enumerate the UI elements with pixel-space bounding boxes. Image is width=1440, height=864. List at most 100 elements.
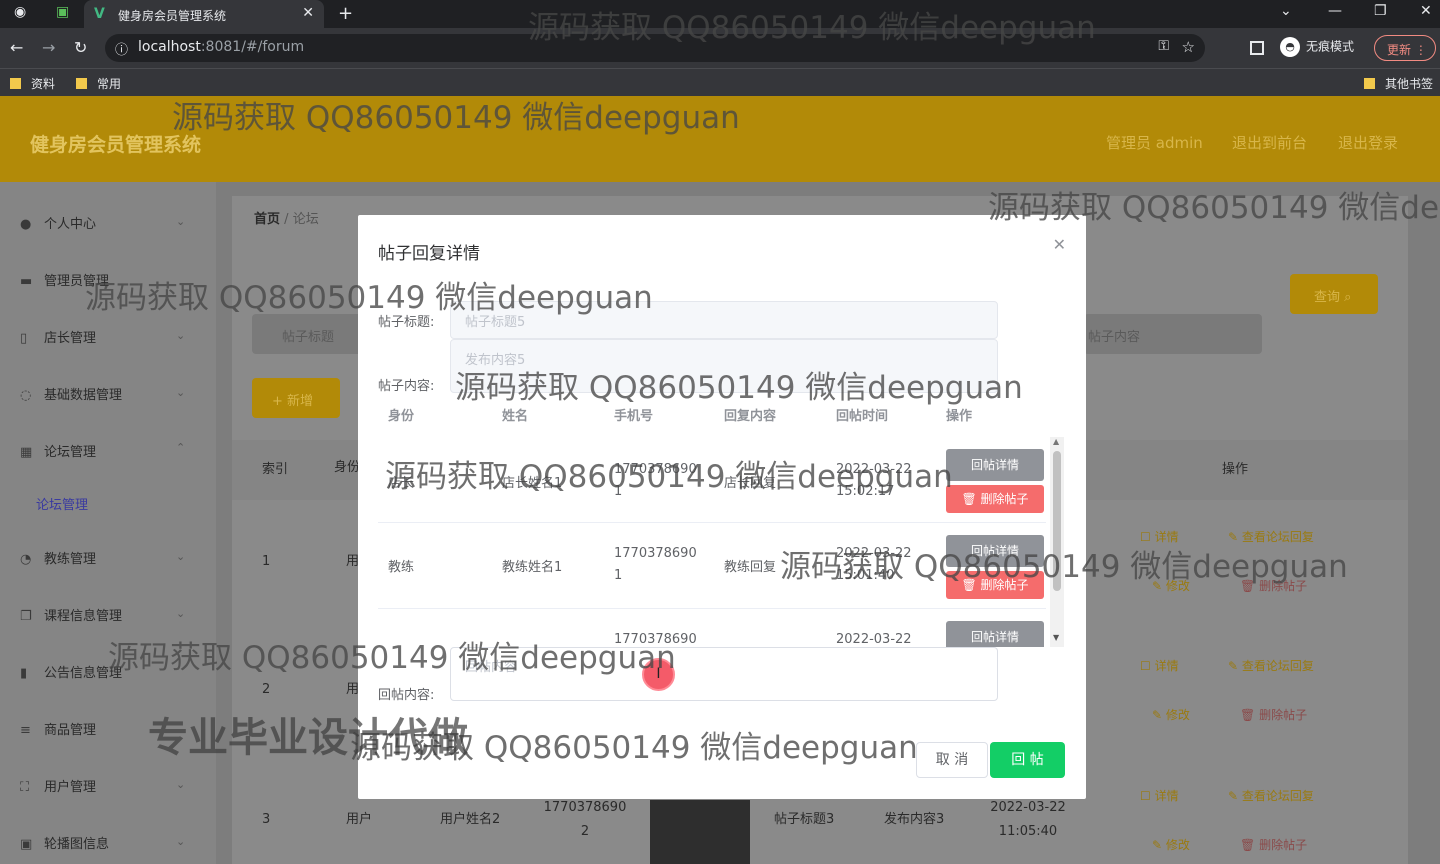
column-header: 身份 [388,409,415,424]
cancel-button[interactable]: 取 消 [916,742,988,778]
op-label: 删除帖子 [1259,708,1308,722]
minimize-icon[interactable]: — [1328,3,1342,19]
sidebar-item-label: 用户管理 [44,780,97,795]
admin-label: 管理员 admin [1106,134,1203,152]
sidebar-item-carousel[interactable]: ▣ 轮播图信息 [20,833,109,852]
sidebar-subitem-forum[interactable]: 论坛管理 [36,494,88,513]
sidebar-item-forum[interactable]: ▦ 论坛管理 [20,441,96,460]
scroll-up-icon[interactable]: ▲ [1053,437,1059,446]
password-key-icon[interactable]: ⚿ [1158,38,1169,54]
back-icon[interactable]: ← [10,38,23,57]
scroll-down-icon[interactable]: ▼ [1053,633,1059,642]
other-bookmarks[interactable]: 其他书签 [1364,75,1433,92]
clock-icon: ◔ [20,552,32,567]
sidebar-item-label: 论坛管理 [44,445,97,460]
info-icon[interactable]: ⓘ [115,39,128,58]
view-reply-link[interactable]: ✎ 查看论坛回复 [1228,657,1314,674]
op-label: 详情 [1154,789,1179,803]
breadcrumb: 首页 / 论坛 [254,208,319,227]
table-cell: 教练姓名1 [502,560,563,575]
table-cell: 帖子标题3 [774,812,835,827]
column-header: 索引 [262,462,289,477]
bookmark-label: 常用 [97,77,122,91]
side-panel-icon[interactable] [1250,41,1264,55]
breadcrumb-home[interactable]: 首页 [254,212,280,227]
detail-link[interactable]: ☐ 详情 [1140,657,1179,674]
edit-link[interactable]: ✎ 修改 [1152,836,1190,853]
column-header: 身份 [334,460,361,475]
close-icon[interactable]: ✕ [1053,235,1066,254]
chevron-down-icon: ⌄ [176,607,186,620]
folder-icon [10,78,21,89]
delete-reply-button[interactable]: 🗑 删除帖子 [946,485,1044,513]
detail-link[interactable]: ☐ 详情 [1140,787,1179,804]
chevron-down-icon: ⌄ [176,386,186,399]
watermark-text: 源码获取 QQ86050149 微信deepguan [988,190,1440,226]
incognito-icon: ◓ [1280,37,1300,57]
sidebar-item-goods[interactable]: ≡ 商品管理 [20,719,96,738]
delete-link[interactable]: 🗑 删除帖子 [1240,836,1307,853]
submit-reply-button[interactable]: 回 帖 [990,742,1065,778]
url-path: :8081/#/forum [200,39,305,55]
chevron-down-icon: ⌄ [176,329,186,342]
browser-tab[interactable]: V 健身房会员管理系统 ✕ [84,0,324,28]
logout-link[interactable]: 退出登录 [1338,132,1398,153]
table-cell: 3 [262,812,271,827]
reply-detail-button[interactable]: 回帖详情 [946,449,1044,481]
sidebar-item-profile[interactable]: ● 个人中心 [20,213,96,232]
delete-link[interactable]: 🗑 删除帖子 [1240,706,1307,723]
view-reply-link[interactable]: ✎ 查看论坛回复 [1228,787,1314,804]
image-icon: ▣ [20,837,33,852]
restore-icon[interactable]: ❐ [1374,3,1387,19]
reload-icon[interactable]: ↻ [74,38,87,57]
add-button[interactable]: + 新增 [252,378,340,418]
sidebar-item-courses[interactable]: ❐ 课程信息管理 [20,605,122,624]
edit-link[interactable]: ✎ 修改 [1152,706,1190,723]
title-search-input[interactable]: 帖子标题 [252,314,372,354]
bookmark-folder[interactable]: 常用 [76,75,121,92]
browser-menu-icon[interactable]: ◉ [14,4,26,20]
new-tab-icon[interactable]: + [338,3,353,24]
content-search-input[interactable]: 帖子内容 [1084,314,1262,354]
table-cell: 教练回复 [724,560,777,575]
content-search-placeholder: 帖子内容 [1088,330,1141,345]
update-button[interactable]: 更新 ⋮ [1374,35,1436,61]
folder-icon [1364,78,1375,89]
op-label: 详情 [1154,659,1179,673]
update-label: 更新 [1387,43,1412,57]
sidebar-item-notices[interactable]: ▮ 公告信息管理 [20,662,122,681]
reply-detail-button[interactable]: 回帖详情 [946,621,1044,647]
watermark-text: 源码获取 QQ86050149 微信deepguan [172,100,740,136]
tab-search-icon[interactable]: ▣ [56,4,69,20]
sidebar-item-base-data[interactable]: ◌ 基础数据管理 [20,384,122,403]
sidebar-item-label: 基础数据管理 [44,388,123,403]
table-cell: 1 [262,554,271,569]
search-button[interactable]: 查询 ⌕ [1290,274,1378,314]
chevron-up-icon: ⌃ [176,441,186,454]
copy-icon: ❐ [20,609,32,624]
sidebar-item-users[interactable]: ⛶ 用户管理 [20,776,96,795]
forward-icon[interactable]: → [42,38,55,57]
close-window-icon[interactable]: ✕ [1420,3,1432,19]
post-title-value: 帖子标题5 [465,315,526,330]
column-header: 回帖时间 [836,409,889,424]
bookmark-folder[interactable]: 资料 [10,75,55,92]
title-search-placeholder: 帖子标题 [282,330,335,345]
table-cell: 17703786901 [614,546,697,583]
sidebar-item-coaches[interactable]: ◔ 教练管理 [20,548,96,567]
table-cell: 用户 [346,812,373,827]
list-icon: ≡ [20,723,31,738]
sidebar-item-managers[interactable]: ▯ 店长管理 [20,327,96,346]
column-header: 操作 [946,409,973,424]
incognito-indicator[interactable]: ◓ 无痕模式 [1280,37,1354,57]
close-tab-icon[interactable]: ✕ [302,5,314,21]
sidebar-item-label: 店长管理 [44,331,97,346]
back-to-front-link[interactable]: 退出到前台 [1232,132,1307,153]
tab-list-chevron-icon[interactable]: ⌄ [1280,3,1292,19]
vue-logo-icon: V [94,6,105,22]
other-bookmarks-label: 其他书签 [1385,77,1434,91]
op-label: 删除帖子 [1259,838,1308,852]
reply-content-label: 回帖内容: [378,688,435,703]
bookmark-star-icon[interactable]: ☆ [1182,38,1195,56]
delete-label: 删除帖子 [980,492,1029,506]
